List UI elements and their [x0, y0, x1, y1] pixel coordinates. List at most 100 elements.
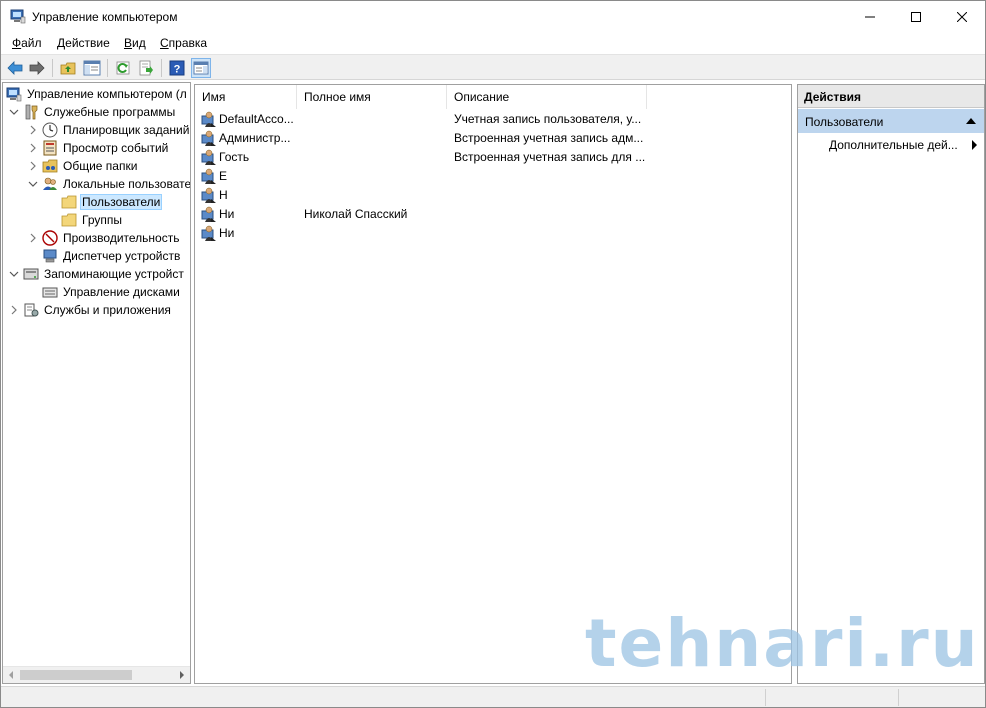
performance-icon — [42, 230, 58, 246]
chevron-right-icon[interactable] — [27, 142, 39, 154]
status-bar-section — [898, 689, 983, 706]
tree-item-storage[interactable]: Запоминающие устройст — [8, 265, 190, 283]
tree-item-label: Служебные программы — [44, 105, 176, 119]
export-list-icon — [139, 60, 153, 76]
table-row[interactable]: Администр... Встроенная учетная запись а… — [195, 129, 791, 148]
more-actions-label: Дополнительные дей... — [829, 138, 958, 152]
tree-item-label: Диспетчер устройств — [63, 249, 181, 263]
show-hide-tree-button[interactable] — [82, 58, 102, 78]
cell-name: Гость — [219, 150, 250, 164]
list-header: Имя Полное имя Описание — [195, 85, 791, 109]
table-row[interactable]: Н — [195, 186, 791, 205]
tree-item-label: Производительность — [63, 231, 180, 245]
local-users-groups-icon — [42, 176, 58, 192]
chevron-down-icon[interactable] — [27, 178, 39, 190]
back-button[interactable] — [5, 58, 25, 78]
more-actions-item[interactable]: Дополнительные дей... — [829, 138, 979, 152]
menu-action[interactable]: Действие — [57, 36, 110, 50]
show-hide-action-pane-icon — [193, 61, 209, 75]
tree-item-local-users-groups[interactable]: Локальные пользовате — [27, 175, 190, 193]
close-button[interactable] — [939, 1, 985, 33]
up-one-level-button[interactable] — [58, 58, 78, 78]
svg-text:?: ? — [174, 64, 181, 76]
user-account-icon — [201, 149, 216, 165]
tree-item-label: Пользователи — [80, 194, 163, 210]
table-row[interactable]: Ни Николай Спасский — [195, 205, 791, 224]
tree-item-groups[interactable]: Группы — [61, 211, 190, 229]
tree-item-device-manager[interactable]: Диспетчер устройств — [42, 247, 190, 265]
tree-item-label: Планировщик заданий — [63, 123, 190, 137]
column-header-full-name[interactable]: Полное имя — [297, 85, 447, 109]
chevron-right-icon[interactable] — [27, 232, 39, 244]
minimize-button[interactable] — [847, 1, 893, 33]
table-row[interactable]: Гость Встроенная учетная запись для ... — [195, 148, 791, 167]
folder-icon — [61, 194, 77, 210]
users-list-pane: Имя Полное имя Описание DefaultAcco... У… — [194, 84, 792, 684]
task-scheduler-icon — [42, 122, 58, 138]
tree-item-system-tools[interactable]: Служебные программы — [8, 103, 190, 121]
scroll-right-icon[interactable] — [178, 671, 186, 679]
disk-management-icon — [42, 284, 58, 300]
refresh-button[interactable] — [113, 58, 133, 78]
cell-name: Ни — [219, 226, 235, 240]
table-row[interactable]: Ни — [195, 224, 791, 243]
help-button[interactable]: ? — [167, 58, 187, 78]
tree-item-event-viewer[interactable]: Просмотр событий — [27, 139, 190, 157]
scroll-left-icon[interactable] — [7, 671, 15, 679]
menu-view[interactable]: Вид — [124, 36, 146, 50]
menu-file[interactable]: Файл — [12, 36, 42, 50]
chevron-down-icon[interactable] — [8, 106, 20, 118]
chevron-right-icon[interactable] — [27, 160, 39, 172]
actions-pane-title: Действия — [798, 85, 984, 108]
tree-item-users[interactable]: Пользователи — [61, 193, 190, 211]
toolbar-separator — [52, 59, 53, 77]
horizontal-scrollbar[interactable] — [3, 666, 190, 683]
cell-description: Учетная запись пользователя, у... — [454, 112, 642, 126]
menu-help[interactable]: Справка — [160, 36, 207, 50]
cell-name: Н — [219, 188, 228, 202]
tree-item-computer-management[interactable]: Управление компьютером (л — [6, 85, 190, 103]
cell-full-name: Николай Спасский — [304, 207, 408, 221]
toolbar: ? — [1, 54, 985, 80]
chevron-right-icon[interactable] — [27, 124, 39, 136]
forward-icon — [29, 61, 45, 75]
tree-item-label: Управление дисками — [63, 285, 180, 299]
actions-section-users[interactable]: Пользователи — [798, 109, 984, 133]
console-tree-pane: Управление компьютером (л Служебные прог… — [2, 82, 191, 684]
toolbar-separator — [161, 59, 162, 77]
chevron-down-icon[interactable] — [8, 268, 20, 280]
chevron-right-icon[interactable] — [8, 304, 20, 316]
shared-folders-icon — [42, 158, 58, 174]
cell-description: Встроенная учетная запись для ... — [454, 150, 646, 164]
tree-item-disk-management[interactable]: Управление дисками — [42, 283, 190, 301]
forward-button[interactable] — [27, 58, 47, 78]
table-row[interactable]: DefaultAcco... Учетная запись пользовате… — [195, 110, 791, 129]
tree-item-performance[interactable]: Производительность — [27, 229, 190, 247]
cell-name: DefaultAcco... — [219, 112, 294, 126]
system-tools-icon — [23, 104, 39, 120]
show-hide-action-pane-button[interactable] — [191, 58, 211, 78]
scrollbar-thumb[interactable] — [20, 670, 132, 680]
tree-item-task-scheduler[interactable]: Планировщик заданий — [27, 121, 190, 139]
status-bar — [1, 686, 985, 707]
user-account-icon — [201, 168, 216, 184]
tree-item-label: Службы и приложения — [44, 303, 171, 317]
services-apps-icon — [23, 302, 39, 318]
submenu-arrow-icon — [972, 140, 977, 150]
tree-item-label: Группы — [82, 213, 122, 227]
cell-name: Е — [219, 169, 228, 183]
export-list-button[interactable] — [136, 58, 156, 78]
tree-item-shared-folders[interactable]: Общие папки — [27, 157, 190, 175]
window-title: Управление компьютером — [32, 10, 178, 24]
back-icon — [7, 61, 23, 75]
tree-item-services-apps[interactable]: Службы и приложения — [8, 301, 190, 319]
help-icon: ? — [169, 60, 185, 76]
show-hide-tree-icon — [83, 60, 101, 76]
collapse-up-icon[interactable] — [966, 118, 976, 124]
table-row[interactable]: Е — [195, 167, 791, 186]
maximize-button[interactable] — [893, 1, 939, 33]
user-account-icon — [201, 187, 216, 203]
column-header-description[interactable]: Описание — [447, 85, 647, 109]
column-header-name[interactable]: Имя — [195, 85, 297, 109]
cell-description: Встроенная учетная запись адм... — [454, 131, 644, 145]
